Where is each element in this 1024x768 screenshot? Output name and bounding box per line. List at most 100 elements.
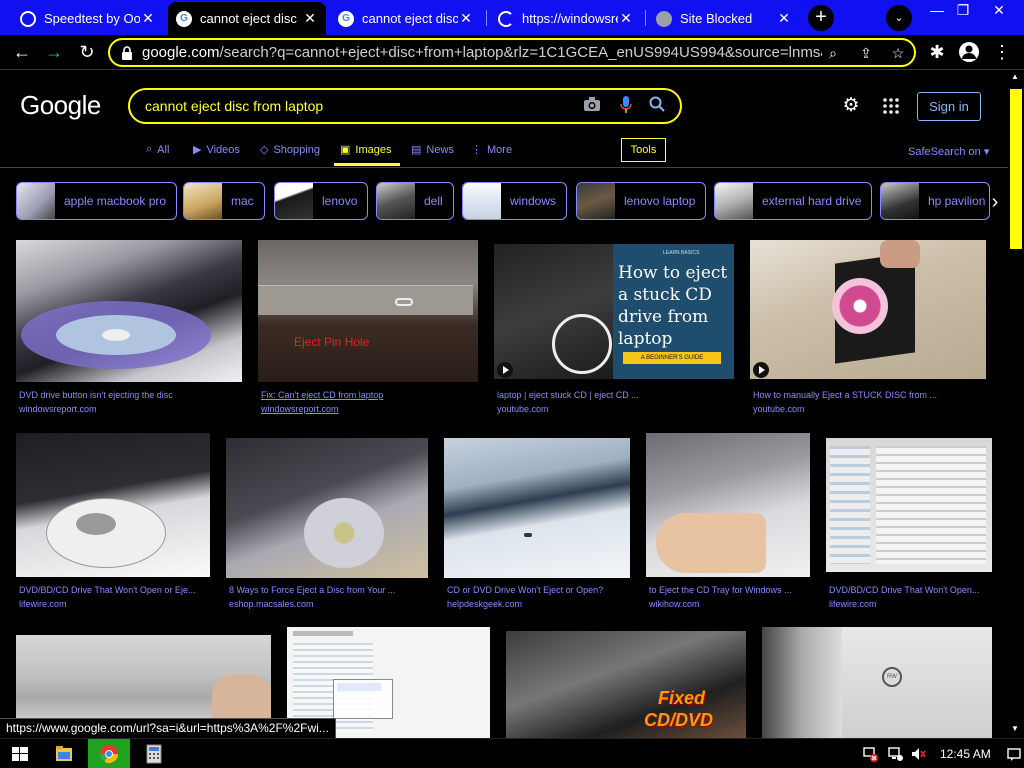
tab-search-button[interactable]: ⌄ — [886, 5, 912, 31]
close-window-button[interactable]: ✕ — [984, 0, 1014, 22]
extensions-icon[interactable]: ✱ — [925, 41, 949, 65]
search-query[interactable]: cannot eject disc from laptop — [145, 98, 323, 114]
result-source[interactable]: windowsreport.com — [261, 404, 339, 414]
volume-muted-icon[interactable] — [910, 746, 926, 762]
url-text[interactable]: google.com/search?q=cannot+eject+disc+fr… — [142, 44, 822, 61]
chevron-right-icon[interactable]: › — [984, 192, 1006, 214]
result-image[interactable] — [826, 438, 992, 572]
safesearch-toggle[interactable]: SafeSearch on ▾ — [908, 145, 989, 158]
result-image[interactable]: Fixed CD/DVD — [506, 631, 746, 738]
result-source[interactable]: youtube.com — [753, 404, 805, 414]
forward-icon[interactable]: → — [42, 41, 66, 65]
back-icon[interactable]: ← — [10, 41, 34, 65]
result-image[interactable]: Eject Pin Hole — [258, 240, 478, 382]
chip-mac[interactable]: mac — [183, 182, 265, 220]
result-title[interactable]: Fix: Can't eject CD from laptop — [261, 390, 475, 400]
scroll-up-icon[interactable]: ▲ — [1011, 72, 1019, 81]
result-title[interactable]: to Eject the CD Tray for Windows ... — [649, 585, 809, 595]
close-icon[interactable]: ✕ — [140, 10, 156, 27]
result-title[interactable]: DVD/BD/CD Drive That Won't Open... — [829, 585, 991, 595]
chip-lenovo-laptop[interactable]: lenovo laptop — [576, 182, 707, 220]
result-title[interactable]: DVD drive button isn't ejecting the disc — [19, 390, 239, 400]
tab-cannot-eject-active[interactable]: G cannot eject disc ✕ — [168, 2, 326, 35]
reload-icon[interactable]: ↻ — [75, 41, 99, 65]
network-icon[interactable] — [887, 746, 903, 762]
camera-icon[interactable] — [581, 96, 603, 118]
close-icon[interactable]: ✕ — [776, 10, 792, 27]
result-image[interactable] — [444, 438, 630, 578]
network-error-icon[interactable] — [862, 746, 878, 762]
chrome-icon[interactable] — [88, 739, 130, 768]
star-icon[interactable]: ☆ — [888, 43, 908, 63]
notifications-icon[interactable] — [1006, 746, 1022, 762]
result-title[interactable]: DVD/BD/CD Drive That Won't Open or Eje..… — [19, 585, 209, 595]
sign-in-button[interactable]: Sign in — [917, 92, 981, 121]
profile-icon[interactable] — [957, 41, 981, 65]
address-bar[interactable]: google.com/search?q=cannot+eject+disc+fr… — [108, 38, 916, 67]
chip-lenovo[interactable]: lenovo — [274, 182, 369, 220]
image-result[interactable]: LEARN BASICS How to eject a stuck CD dri… — [494, 240, 734, 416]
apps-grid-icon[interactable] — [882, 97, 900, 115]
chip-hp-pavilion[interactable]: hp pavilion — [880, 182, 990, 220]
tab-cannot-eject[interactable]: G cannot eject disc ✕ — [330, 2, 482, 35]
result-title[interactable]: laptop | eject stuck CD | eject CD ... — [497, 390, 733, 400]
result-source[interactable]: eshop.macsales.com — [229, 599, 314, 609]
restore-button[interactable]: ❐ — [948, 0, 978, 22]
result-source[interactable]: wikihow.com — [649, 599, 700, 609]
image-result[interactable]: How to manually Eject a STUCK DISC from … — [750, 240, 986, 416]
image-result[interactable]: DVD/BD/CD Drive That Won't Open or Eje..… — [16, 433, 210, 611]
result-image[interactable]: RW — [762, 627, 992, 738]
file-explorer-icon[interactable] — [44, 739, 84, 768]
result-image[interactable] — [226, 438, 428, 578]
image-result[interactable]: Fixed CD/DVD — [506, 631, 746, 738]
windows-start-icon[interactable] — [0, 739, 40, 768]
result-image[interactable] — [750, 240, 986, 379]
new-tab-button[interactable]: + — [808, 5, 834, 31]
image-result[interactable]: DVD/BD/CD Drive That Won't Open... lifew… — [826, 433, 992, 611]
image-result[interactable]: to Eject the CD Tray for Windows ... wik… — [646, 433, 810, 611]
result-source[interactable]: lifewire.com — [19, 599, 67, 609]
tab-news[interactable]: ▤ News — [411, 143, 454, 157]
search-icon[interactable] — [646, 96, 668, 118]
scroll-down-icon[interactable]: ▼ — [1011, 724, 1019, 733]
search-box[interactable]: cannot eject disc from laptop — [128, 88, 682, 124]
lock-icon[interactable] — [120, 45, 134, 61]
close-icon[interactable]: ✕ — [458, 10, 474, 27]
image-result[interactable]: CD or DVD Drive Won't Eject or Open? hel… — [444, 433, 630, 611]
clock[interactable]: 12:45 AM — [940, 747, 991, 761]
tab-images[interactable]: ▣ Images — [340, 143, 391, 157]
result-source[interactable]: helpdeskgeek.com — [447, 599, 522, 609]
tab-shopping[interactable]: ◇ Shopping — [260, 143, 320, 157]
search-icon[interactable]: ⌕ — [823, 43, 843, 63]
google-logo[interactable]: Google — [20, 90, 101, 121]
result-image[interactable] — [16, 240, 242, 382]
share-icon[interactable]: ⇪ — [856, 43, 876, 63]
image-result[interactable]: Eject Pin Hole Fix: Can't eject CD from … — [258, 240, 478, 416]
close-icon[interactable]: ✕ — [302, 10, 318, 27]
tab-site-blocked[interactable]: Site Blocked ✕ — [648, 2, 800, 35]
result-title[interactable]: 8 Ways to Force Eject a Disc from Your .… — [229, 585, 427, 595]
tab-windowsreport[interactable]: https://windowsre ✕ — [490, 2, 642, 35]
chip-apple-macbook-pro[interactable]: apple macbook pro — [16, 182, 178, 220]
result-image[interactable] — [16, 433, 210, 577]
tab-speedtest[interactable]: Speedtest by Ookla ✕ — [12, 2, 164, 35]
calculator-icon[interactable] — [134, 739, 174, 768]
close-icon[interactable]: ✕ — [618, 10, 634, 27]
result-image[interactable] — [646, 433, 810, 577]
scrollbar-thumb[interactable] — [1010, 89, 1022, 249]
tab-videos[interactable]: ▶ Videos — [193, 143, 240, 157]
result-image[interactable]: LEARN BASICS How to eject a stuck CD dri… — [494, 240, 734, 379]
image-result[interactable]: 8 Ways to Force Eject a Disc from Your .… — [226, 433, 428, 611]
result-title[interactable]: CD or DVD Drive Won't Eject or Open? — [447, 585, 629, 595]
chip-windows[interactable]: windows — [462, 182, 568, 220]
image-result[interactable]: DVD drive button isn't ejecting the disc… — [16, 240, 242, 416]
settings-gear-icon[interactable]: ⚙ — [840, 95, 862, 117]
chip-external-hard-drive[interactable]: external hard drive — [714, 182, 873, 220]
result-source[interactable]: youtube.com — [497, 404, 549, 414]
tab-all[interactable]: ⌕ All — [146, 143, 169, 156]
menu-icon[interactable]: ⋮ — [990, 41, 1014, 65]
tab-more[interactable]: ⋮ More — [471, 143, 512, 157]
tools-button[interactable]: Tools — [621, 138, 666, 162]
result-source[interactable]: lifewire.com — [829, 599, 877, 609]
result-source[interactable]: windowsreport.com — [19, 404, 97, 414]
